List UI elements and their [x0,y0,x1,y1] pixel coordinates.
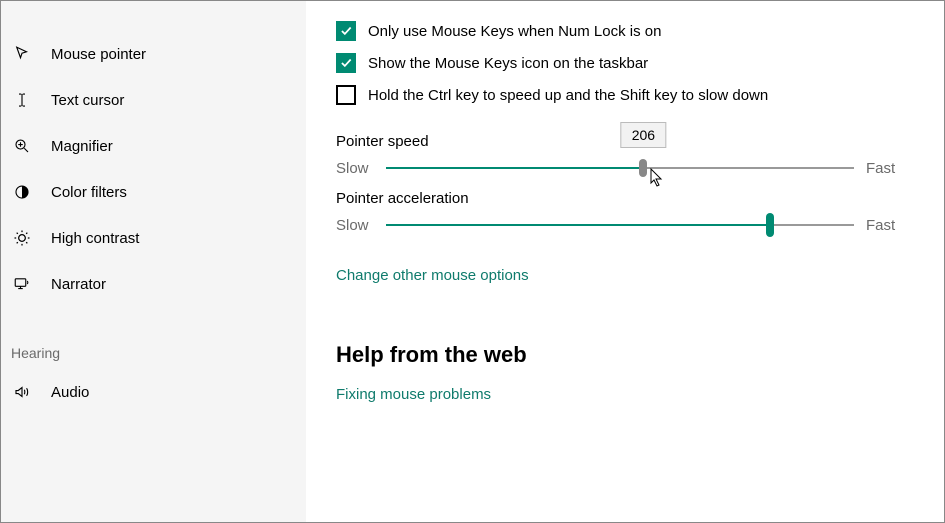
checkbox-ctrlshift[interactable] [336,85,356,105]
sidebar-item-audio[interactable]: Audio [1,369,306,415]
slider-max-label: Fast [866,217,904,234]
sidebar-item-label: Narrator [51,276,106,293]
color-filters-icon [11,181,33,203]
pointer-accel-slider[interactable] [386,215,854,235]
slider-max-label: Fast [866,160,904,177]
sidebar: Mouse pointer Text cursor Magnifier Colo… [1,1,306,522]
audio-icon [11,381,33,403]
checkbox-label: Show the Mouse Keys icon on the taskbar [368,55,648,72]
fixing-mouse-problems-link[interactable]: Fixing mouse problems [336,386,491,403]
text-cursor-icon [11,89,33,111]
checkbox-label: Only use Mouse Keys when Num Lock is on [368,23,661,40]
slider-thumb[interactable] [639,159,647,177]
sidebar-item-label: Mouse pointer [51,46,146,63]
checkbox-row-numlock[interactable]: Only use Mouse Keys when Num Lock is on [336,21,904,41]
slider-tooltip: 206 [621,122,666,148]
checkbox-numlock[interactable] [336,21,356,41]
sidebar-item-high-contrast[interactable]: High contrast [1,215,306,261]
sidebar-item-mouse-pointer[interactable]: Mouse pointer [1,31,306,77]
main-content: Only use Mouse Keys when Num Lock is on … [306,1,944,522]
sidebar-item-narrator[interactable]: Narrator [1,261,306,307]
sidebar-item-label: Magnifier [51,138,113,155]
cursor-icon [650,168,666,192]
high-contrast-icon [11,227,33,249]
sidebar-item-text-cursor[interactable]: Text cursor [1,77,306,123]
sidebar-category-hearing: Hearing [1,345,306,361]
sidebar-item-label: Text cursor [51,92,124,109]
checkbox-row-ctrlshift[interactable]: Hold the Ctrl key to speed up and the Sh… [336,85,904,105]
pointer-speed-slider[interactable]: 206 [386,158,854,178]
slider-min-label: Slow [336,160,374,177]
pointer-speed-section: Pointer speed Slow 206 Fast [336,133,904,178]
sidebar-item-label: Color filters [51,184,127,201]
magnifier-icon [11,135,33,157]
sidebar-item-label: Audio [51,384,89,401]
narrator-icon [11,273,33,295]
checkbox-label: Hold the Ctrl key to speed up and the Sh… [368,87,768,104]
sidebar-item-magnifier[interactable]: Magnifier [1,123,306,169]
slider-min-label: Slow [336,217,374,234]
checkbox-taskbar[interactable] [336,53,356,73]
checkbox-row-taskbar[interactable]: Show the Mouse Keys icon on the taskbar [336,53,904,73]
change-other-mouse-options-link[interactable]: Change other mouse options [336,267,529,284]
help-heading: Help from the web [336,342,904,368]
slider-thumb[interactable] [766,213,774,237]
pointer-accel-label: Pointer acceleration [336,190,904,207]
sidebar-item-label: High contrast [51,230,139,247]
mouse-pointer-icon [11,43,33,65]
sidebar-item-color-filters[interactable]: Color filters [1,169,306,215]
pointer-accel-section: Pointer acceleration Slow Fast [336,190,904,235]
